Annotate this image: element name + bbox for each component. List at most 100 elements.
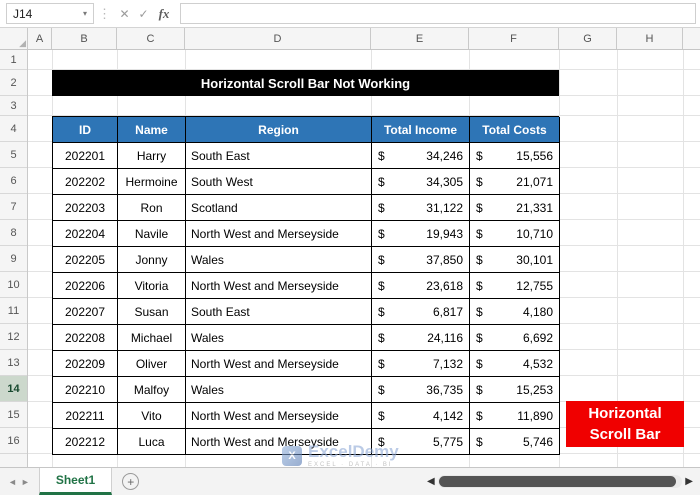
cell-region[interactable]: South East	[186, 143, 372, 169]
select-all-corner[interactable]: ◢	[0, 28, 28, 49]
cell-name[interactable]: Ron	[118, 195, 186, 221]
chevron-down-icon[interactable]: ▾	[83, 9, 87, 18]
row-header-3[interactable]: 3	[0, 96, 27, 116]
cell-id[interactable]: 202202	[53, 169, 118, 195]
cell-id[interactable]: 202211	[53, 403, 118, 429]
tab-sheet1[interactable]: Sheet1	[38, 468, 113, 495]
cell-total-costs[interactable]: $11,890	[470, 403, 560, 429]
column-header-h[interactable]: H	[617, 28, 683, 49]
cell-total-costs[interactable]: $12,755	[470, 273, 560, 299]
column-header-c[interactable]: C	[117, 28, 185, 49]
cell-total-income[interactable]: $34,305	[372, 169, 470, 195]
row-header-16[interactable]: 16	[0, 428, 27, 454]
cell-id[interactable]: 202209	[53, 351, 118, 377]
name-box[interactable]: J14 ▾	[6, 3, 94, 24]
cell-total-income[interactable]: $23,618	[372, 273, 470, 299]
cell-total-costs[interactable]: $15,253	[470, 377, 560, 403]
cell-name[interactable]: Malfoy	[118, 377, 186, 403]
table-header-id[interactable]: ID	[53, 117, 118, 143]
cell-name[interactable]: Michael	[118, 325, 186, 351]
cell-id[interactable]: 202203	[53, 195, 118, 221]
cell-total-costs[interactable]: $21,071	[470, 169, 560, 195]
horizontal-scrollbar-track[interactable]	[437, 475, 683, 488]
cell-name[interactable]: Navile	[118, 221, 186, 247]
cancel-icon[interactable]: ✕	[115, 7, 134, 21]
row-header-7[interactable]: 7	[0, 194, 27, 220]
cell-total-costs[interactable]: $4,180	[470, 299, 560, 325]
table-header-region[interactable]: Region	[186, 117, 372, 143]
column-header-f[interactable]: F	[469, 28, 559, 49]
cell-region[interactable]: South West	[186, 169, 372, 195]
cell-total-income[interactable]: $19,943	[372, 221, 470, 247]
column-header-b[interactable]: B	[52, 28, 117, 49]
formula-input[interactable]	[180, 3, 696, 24]
table-header-total-income[interactable]: Total Income	[372, 117, 470, 143]
cell-total-income[interactable]: $4,142	[372, 403, 470, 429]
tab-nav-right-icon[interactable]: ►	[21, 477, 34, 487]
row-header-5[interactable]: 5	[0, 142, 27, 168]
cell-region[interactable]: North West and Merseyside	[186, 351, 372, 377]
horizontal-scrollbar-thumb[interactable]	[438, 476, 676, 487]
row-header-15[interactable]: 15	[0, 402, 27, 428]
cell-total-income[interactable]: $34,246	[372, 143, 470, 169]
cell-name[interactable]: Jonny	[118, 247, 186, 273]
row-header-13[interactable]: 13	[0, 350, 27, 376]
cell-region[interactable]: Scotland	[186, 195, 372, 221]
column-header-e[interactable]: E	[371, 28, 469, 49]
cell-name[interactable]: Oliver	[118, 351, 186, 377]
tab-nav-left-icon[interactable]: ◄	[8, 477, 21, 487]
column-header-a[interactable]: A	[28, 28, 52, 49]
cell-total-income[interactable]: $36,735	[372, 377, 470, 403]
cell-id[interactable]: 202206	[53, 273, 118, 299]
row-header-9[interactable]: 9	[0, 246, 27, 272]
scroll-right-icon[interactable]: ▶	[682, 476, 696, 487]
cell-region[interactable]: North West and Merseyside	[186, 221, 372, 247]
cell-total-income[interactable]: $24,116	[372, 325, 470, 351]
cell-total-income[interactable]: $7,132	[372, 351, 470, 377]
cell-total-costs[interactable]: $4,532	[470, 351, 560, 377]
cell-total-costs[interactable]: $5,746	[470, 429, 560, 455]
cell-id[interactable]: 202205	[53, 247, 118, 273]
cell-id[interactable]: 202207	[53, 299, 118, 325]
cell-name[interactable]: Harry	[118, 143, 186, 169]
cell-total-income[interactable]: $31,122	[372, 195, 470, 221]
cell-id[interactable]: 202210	[53, 377, 118, 403]
cell-region[interactable]: North West and Merseyside	[186, 273, 372, 299]
column-header-g[interactable]: G	[559, 28, 617, 49]
cell-region[interactable]: Wales	[186, 377, 372, 403]
cell-total-costs[interactable]: $15,556	[470, 143, 560, 169]
cell-id[interactable]: 202208	[53, 325, 118, 351]
cell-total-costs[interactable]: $6,692	[470, 325, 560, 351]
cell-id[interactable]: 202212	[53, 429, 118, 455]
insert-function-icon[interactable]: fx	[153, 6, 175, 22]
cell-total-costs[interactable]: $21,331	[470, 195, 560, 221]
cell-total-income[interactable]: $6,817	[372, 299, 470, 325]
cell-total-costs[interactable]: $30,101	[470, 247, 560, 273]
row-header-2[interactable]: 2	[0, 70, 27, 96]
row-header-11[interactable]: 11	[0, 298, 27, 324]
cell-region[interactable]: North West and Merseyside	[186, 403, 372, 429]
row-header-12[interactable]: 12	[0, 324, 27, 350]
column-header-d[interactable]: D	[185, 28, 371, 49]
row-header-8[interactable]: 8	[0, 220, 27, 246]
cell-region[interactable]: Wales	[186, 325, 372, 351]
cell-total-costs[interactable]: $10,710	[470, 221, 560, 247]
cell-total-income[interactable]: $37,850	[372, 247, 470, 273]
row-header-14[interactable]: 14	[0, 376, 27, 402]
cell-id[interactable]: 202201	[53, 143, 118, 169]
new-sheet-button[interactable]: +	[122, 473, 140, 490]
row-header-6[interactable]: 6	[0, 168, 27, 194]
cell-region[interactable]: South East	[186, 299, 372, 325]
cell-name[interactable]: Vitoria	[118, 273, 186, 299]
row-header-10[interactable]: 10	[0, 272, 27, 298]
row-header-4[interactable]: 4	[0, 116, 27, 142]
table-header-name[interactable]: Name	[118, 117, 186, 143]
cell-id[interactable]: 202204	[53, 221, 118, 247]
row-header-1[interactable]: 1	[0, 50, 27, 70]
cell-name[interactable]: Susan	[118, 299, 186, 325]
cell-region[interactable]: Wales	[186, 247, 372, 273]
cell-name[interactable]: Vito	[118, 403, 186, 429]
scroll-left-icon[interactable]: ◀	[424, 476, 438, 487]
cell-name[interactable]: Hermoine	[118, 169, 186, 195]
tab-nav-arrows[interactable]: ◄►	[0, 477, 39, 487]
